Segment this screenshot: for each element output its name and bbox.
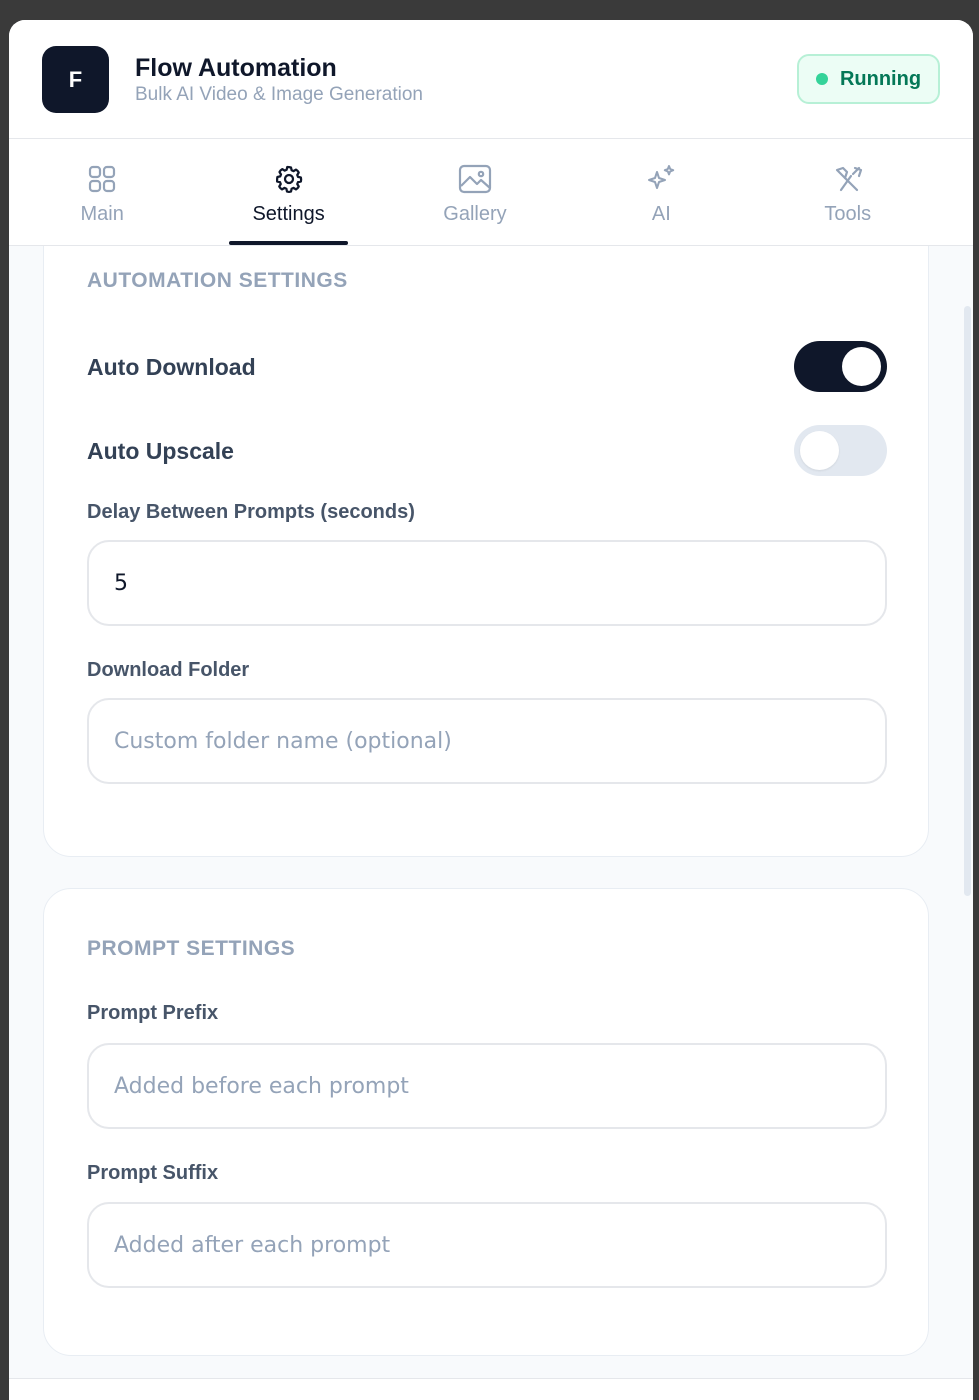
tab-label: Tools <box>824 203 872 225</box>
gear-icon <box>274 163 304 195</box>
prompt-settings-card: PROMPT SETTINGS Prompt Prefix Prompt Suf… <box>43 888 929 1356</box>
status-text: Running <box>839 67 922 90</box>
tab-label: Gallery <box>443 203 507 225</box>
tab-settings[interactable]: Settings <box>195 139 381 245</box>
download-folder-label: Download Folder <box>87 659 250 681</box>
section-title: PROMPT SETTINGS <box>87 937 296 960</box>
section-title: AUTOMATION SETTINGS <box>87 269 348 292</box>
tab-bar: Main Settings Gallery AI Tools <box>9 139 973 246</box>
auto-upscale-label: Auto Upscale <box>87 438 234 464</box>
toggle-knob <box>842 347 881 386</box>
delay-input[interactable] <box>87 540 887 626</box>
tab-main[interactable]: Main <box>9 139 195 245</box>
tab-ai[interactable]: AI <box>568 139 754 245</box>
footer-bar <box>9 1378 973 1400</box>
settings-scroll-area[interactable]: AUTOMATION SETTINGS Auto Download Auto U… <box>9 246 973 1400</box>
app-header: F Flow Automation Bulk AI Video & Image … <box>9 20 973 139</box>
status-badge: Running <box>797 54 940 104</box>
app-title: Flow Automation <box>135 54 337 82</box>
prompt-suffix-input[interactable] <box>87 1202 887 1288</box>
auto-download-label: Auto Download <box>87 354 256 380</box>
app-subtitle: Bulk AI Video & Image Generation <box>135 84 423 105</box>
prompt-suffix-label: Prompt Suffix <box>87 1162 219 1184</box>
grid-icon <box>88 163 116 195</box>
prompt-prefix-label: Prompt Prefix <box>87 1002 219 1024</box>
download-folder-input[interactable] <box>87 698 887 784</box>
prompt-prefix-input[interactable] <box>87 1043 887 1129</box>
scrollbar[interactable] <box>964 306 971 896</box>
auto-upscale-toggle[interactable] <box>794 425 887 476</box>
tab-label: Main <box>80 203 124 225</box>
image-icon <box>458 163 492 195</box>
tools-icon <box>833 163 863 195</box>
delay-label: Delay Between Prompts (seconds) <box>87 501 415 523</box>
tab-gallery[interactable]: Gallery <box>382 139 568 245</box>
status-dot-icon <box>815 73 828 85</box>
toggle-knob <box>800 431 839 470</box>
automation-settings-card: AUTOMATION SETTINGS Auto Download Auto U… <box>43 246 929 857</box>
tab-tools[interactable]: Tools <box>755 139 941 245</box>
tab-label: AI <box>651 203 671 225</box>
sparkles-icon <box>645 163 677 195</box>
app-logo: F <box>42 46 109 113</box>
tab-label: Settings <box>252 203 325 225</box>
auto-download-toggle[interactable] <box>794 341 887 392</box>
extension-panel: F Flow Automation Bulk AI Video & Image … <box>9 20 973 1400</box>
